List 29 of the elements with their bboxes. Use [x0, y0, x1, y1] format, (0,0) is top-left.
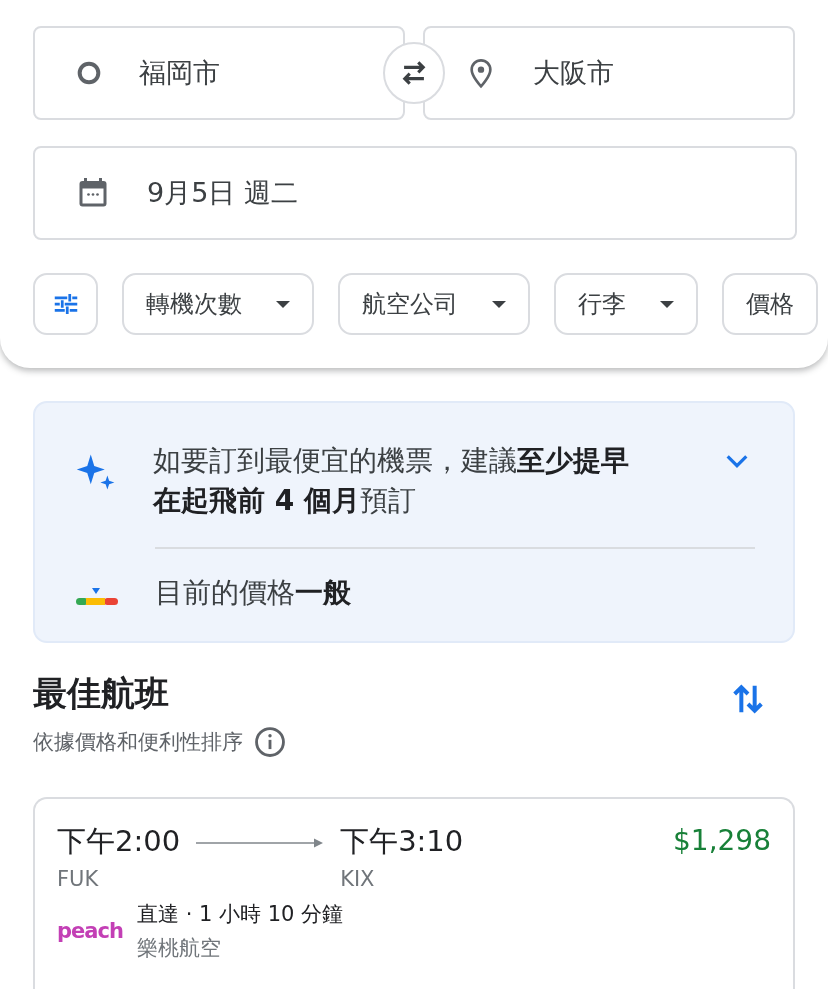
- arrow-icon: [196, 837, 325, 849]
- circle-icon: [75, 59, 103, 87]
- price: $1,298: [673, 823, 771, 859]
- arrival-airport: KIX: [340, 867, 376, 891]
- date-field[interactable]: 9月5日 週二: [33, 146, 797, 240]
- info-icon[interactable]: [253, 725, 287, 759]
- departure-time: 下午2:00: [57, 823, 181, 860]
- caret-icon: [660, 300, 674, 308]
- filters-button[interactable]: [33, 273, 98, 335]
- origin-field[interactable]: 福岡市: [33, 26, 405, 120]
- departure-airport: FUK: [57, 867, 100, 891]
- departure-date: 9月5日 週二: [147, 176, 298, 210]
- filter-chip[interactable]: 行李: [554, 273, 698, 335]
- caret-icon: [276, 300, 290, 308]
- filter-chip[interactable]: 價格: [722, 273, 818, 335]
- flight-duration: 直達 · 1 小時 10 分鐘: [137, 901, 344, 928]
- sort-description: 依據價格和便利性排序: [33, 729, 243, 756]
- arrival-time: 下午3:10: [340, 823, 464, 860]
- airline-name: 樂桃航空: [137, 935, 222, 962]
- destination-city: 大阪市: [533, 56, 614, 90]
- filter-chip[interactable]: 轉機次數: [122, 273, 314, 335]
- destination-field[interactable]: 大阪市: [423, 26, 795, 120]
- booking-tip: 如要訂到最便宜的機票，建議至少提早在起飛前 4 個月預訂: [153, 443, 630, 519]
- price-status: 目前的價格一般: [155, 575, 352, 611]
- origin-city: 福岡市: [139, 56, 220, 90]
- filter-chip[interactable]: 航空公司: [338, 273, 530, 335]
- section-title: 最佳航班: [33, 672, 170, 715]
- caret-icon: [492, 300, 506, 308]
- airline-logo: peach: [57, 919, 123, 943]
